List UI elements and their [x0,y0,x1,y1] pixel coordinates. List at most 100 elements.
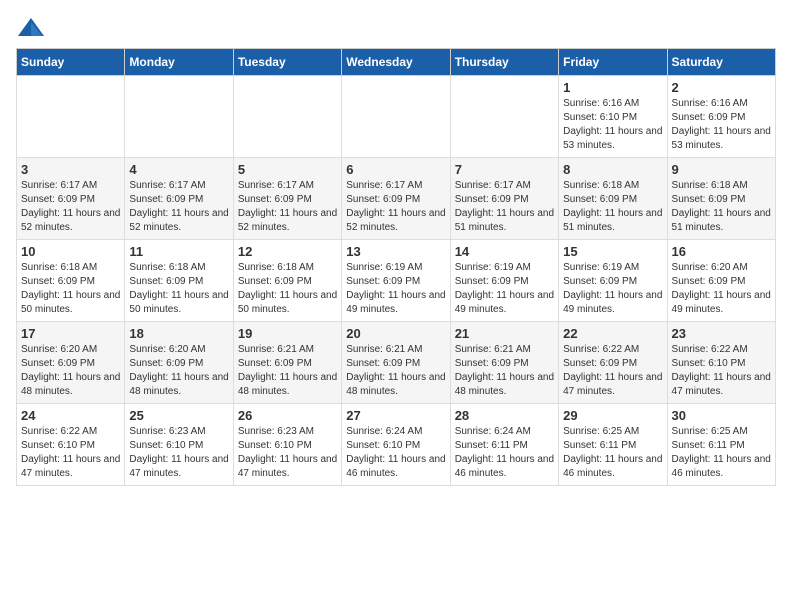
day-number: 26 [238,408,337,423]
day-cell: 25 Sunrise: 6:23 AMSunset: 6:10 PMDaylig… [125,404,233,486]
day-info: Sunrise: 6:16 AMSunset: 6:10 PMDaylight:… [563,97,662,153]
logo [16,16,50,40]
day-info: Sunrise: 6:24 AMSunset: 6:10 PMDaylight:… [346,425,445,481]
day-info: Sunrise: 6:21 AMSunset: 6:09 PMDaylight:… [238,343,337,399]
day-info: Sunrise: 6:16 AMSunset: 6:09 PMDaylight:… [672,97,771,153]
day-info: Sunrise: 6:22 AMSunset: 6:10 PMDaylight:… [21,425,120,481]
day-info: Sunrise: 6:18 AMSunset: 6:09 PMDaylight:… [672,179,771,235]
day-cell: 29 Sunrise: 6:25 AMSunset: 6:11 PMDaylig… [559,404,667,486]
calendar-table: SundayMondayTuesdayWednesdayThursdayFrid… [16,48,776,486]
day-header-wednesday: Wednesday [342,49,450,76]
day-cell [125,76,233,158]
day-cell [342,76,450,158]
day-cell: 23 Sunrise: 6:22 AMSunset: 6:10 PMDaylig… [667,322,775,404]
day-number: 23 [672,326,771,341]
day-number: 25 [129,408,228,423]
day-cell [450,76,558,158]
day-info: Sunrise: 6:18 AMSunset: 6:09 PMDaylight:… [21,261,120,317]
day-header-saturday: Saturday [667,49,775,76]
day-info: Sunrise: 6:20 AMSunset: 6:09 PMDaylight:… [672,261,771,317]
day-header-tuesday: Tuesday [233,49,341,76]
day-cell: 9 Sunrise: 6:18 AMSunset: 6:09 PMDayligh… [667,158,775,240]
day-info: Sunrise: 6:19 AMSunset: 6:09 PMDaylight:… [563,261,662,317]
day-cell: 17 Sunrise: 6:20 AMSunset: 6:09 PMDaylig… [17,322,125,404]
day-cell [233,76,341,158]
day-cell: 28 Sunrise: 6:24 AMSunset: 6:11 PMDaylig… [450,404,558,486]
day-cell: 24 Sunrise: 6:22 AMSunset: 6:10 PMDaylig… [17,404,125,486]
week-row-5: 24 Sunrise: 6:22 AMSunset: 6:10 PMDaylig… [17,404,776,486]
day-number: 20 [346,326,445,341]
day-info: Sunrise: 6:18 AMSunset: 6:09 PMDaylight:… [238,261,337,317]
day-cell: 30 Sunrise: 6:25 AMSunset: 6:11 PMDaylig… [667,404,775,486]
day-info: Sunrise: 6:23 AMSunset: 6:10 PMDaylight:… [129,425,228,481]
day-cell: 5 Sunrise: 6:17 AMSunset: 6:09 PMDayligh… [233,158,341,240]
day-header-thursday: Thursday [450,49,558,76]
week-row-3: 10 Sunrise: 6:18 AMSunset: 6:09 PMDaylig… [17,240,776,322]
header [16,16,776,40]
day-info: Sunrise: 6:20 AMSunset: 6:09 PMDaylight:… [21,343,120,399]
day-cell: 11 Sunrise: 6:18 AMSunset: 6:09 PMDaylig… [125,240,233,322]
day-info: Sunrise: 6:17 AMSunset: 6:09 PMDaylight:… [21,179,120,235]
day-cell: 13 Sunrise: 6:19 AMSunset: 6:09 PMDaylig… [342,240,450,322]
day-number: 13 [346,244,445,259]
day-cell: 7 Sunrise: 6:17 AMSunset: 6:09 PMDayligh… [450,158,558,240]
day-number: 1 [563,80,662,95]
day-cell: 15 Sunrise: 6:19 AMSunset: 6:09 PMDaylig… [559,240,667,322]
day-number: 2 [672,80,771,95]
day-info: Sunrise: 6:21 AMSunset: 6:09 PMDaylight:… [455,343,554,399]
day-number: 11 [129,244,228,259]
day-number: 7 [455,162,554,177]
day-cell: 6 Sunrise: 6:17 AMSunset: 6:09 PMDayligh… [342,158,450,240]
day-cell: 26 Sunrise: 6:23 AMSunset: 6:10 PMDaylig… [233,404,341,486]
day-cell: 8 Sunrise: 6:18 AMSunset: 6:09 PMDayligh… [559,158,667,240]
day-cell [17,76,125,158]
day-number: 15 [563,244,662,259]
day-cell: 16 Sunrise: 6:20 AMSunset: 6:09 PMDaylig… [667,240,775,322]
day-number: 21 [455,326,554,341]
day-cell: 22 Sunrise: 6:22 AMSunset: 6:09 PMDaylig… [559,322,667,404]
day-number: 8 [563,162,662,177]
day-info: Sunrise: 6:17 AMSunset: 6:09 PMDaylight:… [455,179,554,235]
day-header-friday: Friday [559,49,667,76]
week-row-4: 17 Sunrise: 6:20 AMSunset: 6:09 PMDaylig… [17,322,776,404]
day-info: Sunrise: 6:25 AMSunset: 6:11 PMDaylight:… [672,425,771,481]
day-cell: 4 Sunrise: 6:17 AMSunset: 6:09 PMDayligh… [125,158,233,240]
logo-icon [16,16,46,40]
day-header-monday: Monday [125,49,233,76]
day-cell: 14 Sunrise: 6:19 AMSunset: 6:09 PMDaylig… [450,240,558,322]
day-info: Sunrise: 6:18 AMSunset: 6:09 PMDaylight:… [563,179,662,235]
day-cell: 2 Sunrise: 6:16 AMSunset: 6:09 PMDayligh… [667,76,775,158]
day-cell: 1 Sunrise: 6:16 AMSunset: 6:10 PMDayligh… [559,76,667,158]
day-info: Sunrise: 6:22 AMSunset: 6:09 PMDaylight:… [563,343,662,399]
day-info: Sunrise: 6:24 AMSunset: 6:11 PMDaylight:… [455,425,554,481]
day-number: 12 [238,244,337,259]
day-info: Sunrise: 6:20 AMSunset: 6:09 PMDaylight:… [129,343,228,399]
day-number: 18 [129,326,228,341]
day-number: 22 [563,326,662,341]
day-number: 4 [129,162,228,177]
week-row-1: 1 Sunrise: 6:16 AMSunset: 6:10 PMDayligh… [17,76,776,158]
day-number: 27 [346,408,445,423]
day-number: 19 [238,326,337,341]
day-info: Sunrise: 6:23 AMSunset: 6:10 PMDaylight:… [238,425,337,481]
day-number: 30 [672,408,771,423]
day-number: 3 [21,162,120,177]
day-cell: 10 Sunrise: 6:18 AMSunset: 6:09 PMDaylig… [17,240,125,322]
day-number: 17 [21,326,120,341]
day-cell: 27 Sunrise: 6:24 AMSunset: 6:10 PMDaylig… [342,404,450,486]
day-cell: 18 Sunrise: 6:20 AMSunset: 6:09 PMDaylig… [125,322,233,404]
day-info: Sunrise: 6:25 AMSunset: 6:11 PMDaylight:… [563,425,662,481]
day-number: 28 [455,408,554,423]
day-number: 29 [563,408,662,423]
day-number: 24 [21,408,120,423]
day-info: Sunrise: 6:17 AMSunset: 6:09 PMDaylight:… [129,179,228,235]
day-info: Sunrise: 6:17 AMSunset: 6:09 PMDaylight:… [238,179,337,235]
day-info: Sunrise: 6:22 AMSunset: 6:10 PMDaylight:… [672,343,771,399]
day-number: 14 [455,244,554,259]
day-info: Sunrise: 6:19 AMSunset: 6:09 PMDaylight:… [455,261,554,317]
day-cell: 19 Sunrise: 6:21 AMSunset: 6:09 PMDaylig… [233,322,341,404]
day-cell: 12 Sunrise: 6:18 AMSunset: 6:09 PMDaylig… [233,240,341,322]
day-info: Sunrise: 6:18 AMSunset: 6:09 PMDaylight:… [129,261,228,317]
day-cell: 3 Sunrise: 6:17 AMSunset: 6:09 PMDayligh… [17,158,125,240]
week-row-2: 3 Sunrise: 6:17 AMSunset: 6:09 PMDayligh… [17,158,776,240]
